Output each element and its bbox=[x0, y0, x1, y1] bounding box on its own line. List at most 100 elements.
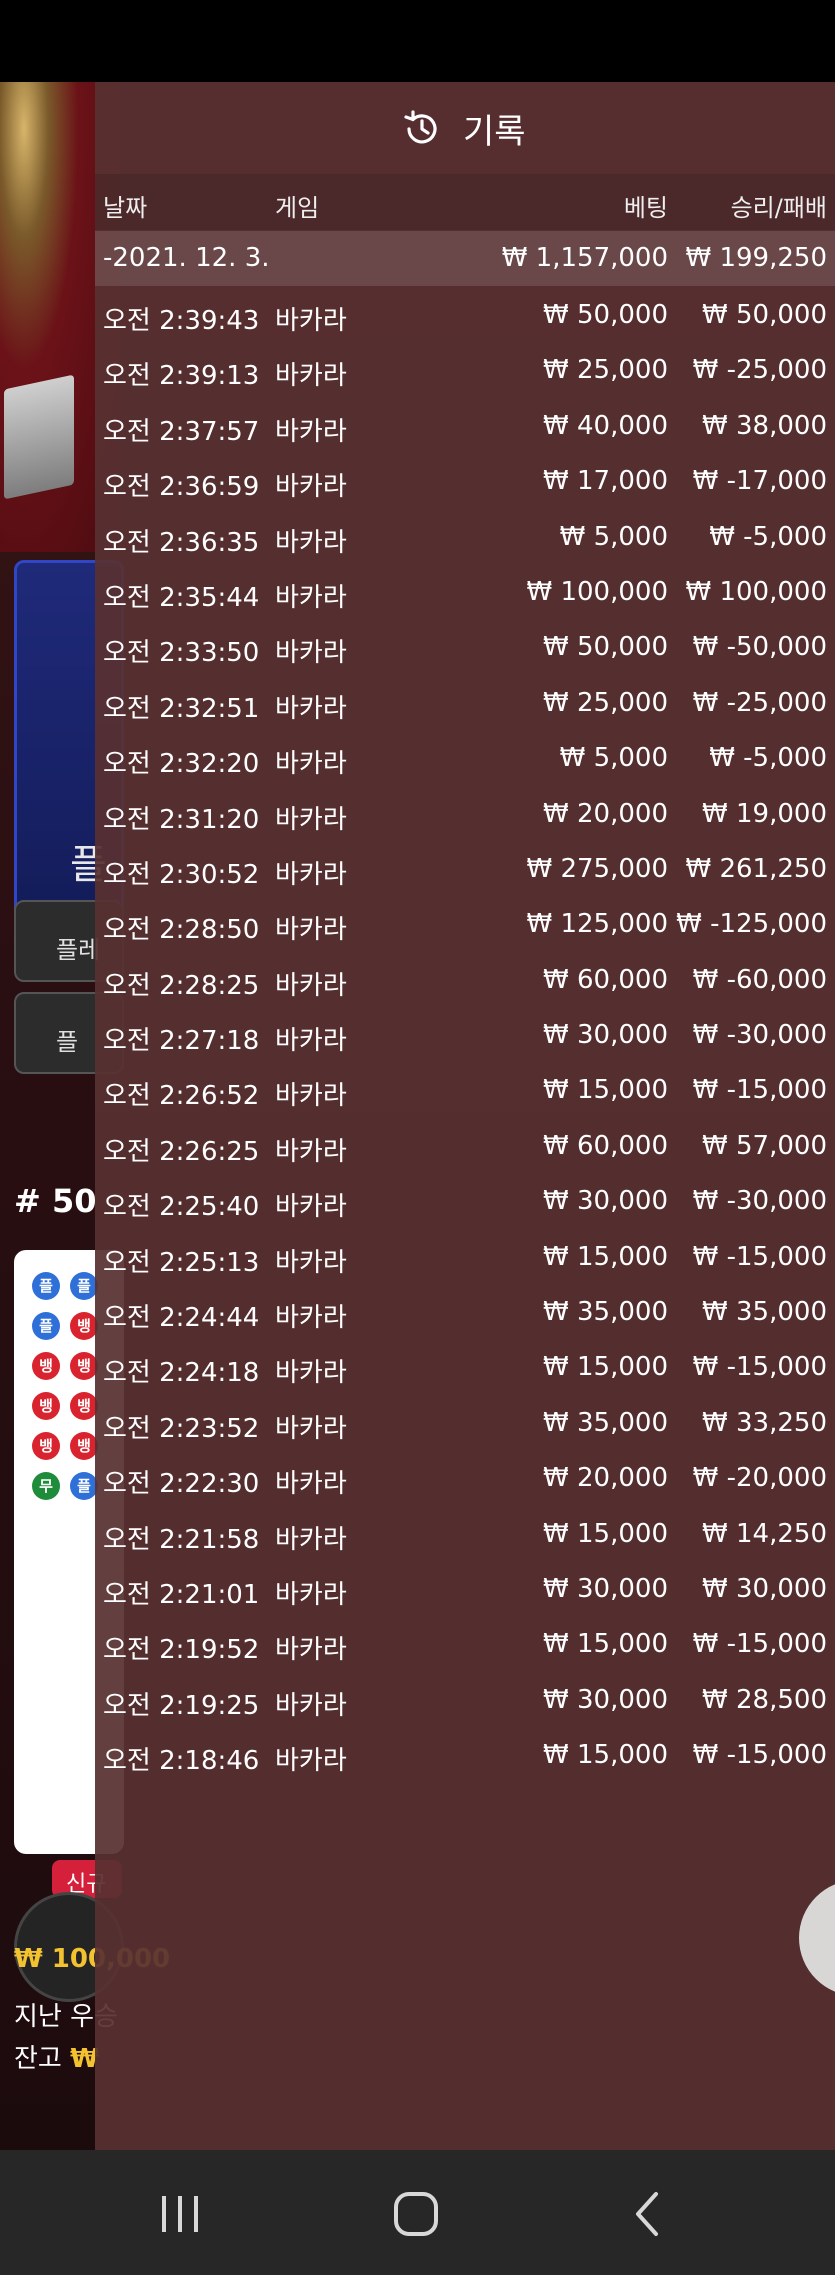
history-row[interactable]: 오전 2:25:13 바카라 ₩ 15,000 ₩ -15,000 bbox=[95, 1228, 835, 1283]
group-date: -2021. 12. 3. bbox=[103, 243, 270, 273]
history-row[interactable]: 오전 2:24:44 바카라 ₩ 35,000 ₩ 35,000 bbox=[95, 1283, 835, 1338]
row-result: ₩ -15,000 bbox=[692, 1629, 827, 1660]
history-row[interactable]: 오전 2:19:25 바카라 ₩ 30,000 ₩ 28,500 bbox=[95, 1671, 835, 1726]
history-row[interactable]: 오전 2:39:13 바카라 ₩ 25,000 ₩ -25,000 bbox=[95, 341, 835, 396]
history-row[interactable]: 오전 2:32:51 바카라 ₩ 25,000 ₩ -25,000 bbox=[95, 674, 835, 729]
row-game: 바카라 bbox=[275, 1303, 347, 1334]
row-game: 바카라 bbox=[275, 472, 347, 503]
row-game: 바카라 bbox=[275, 1635, 347, 1666]
row-time: 오전 2:28:50 bbox=[103, 915, 260, 946]
history-row[interactable]: 오전 2:35:44 바카라 ₩ 100,000 ₩ 100,000 bbox=[95, 563, 835, 618]
balance: 잔고 ₩ bbox=[14, 2038, 99, 2075]
row-bet: ₩ 100,000 bbox=[526, 576, 669, 607]
bead-player: 플 bbox=[70, 1272, 98, 1300]
row-time: 오전 2:22:30 bbox=[103, 1469, 260, 1500]
row-game: 바카라 bbox=[275, 1026, 347, 1057]
bead-tie: 무 bbox=[32, 1472, 60, 1500]
row-bet: ₩ 20,000 bbox=[543, 1463, 668, 1494]
row-time: 오전 2:18:46 bbox=[103, 1746, 260, 1777]
history-row[interactable]: 오전 2:32:20 바카라 ₩ 5,000 ₩ -5,000 bbox=[95, 729, 835, 784]
row-time: 오전 2:24:18 bbox=[103, 1358, 260, 1389]
history-row[interactable]: 오전 2:33:50 바카라 ₩ 50,000 ₩ -50,000 bbox=[95, 618, 835, 673]
row-bet: ₩ 35,000 bbox=[543, 1297, 668, 1328]
row-bet: ₩ 50,000 bbox=[543, 632, 668, 663]
recent-apps-icon[interactable] bbox=[152, 2186, 208, 2242]
row-bet: ₩ 15,000 bbox=[543, 1629, 668, 1660]
row-game: 바카라 bbox=[275, 970, 347, 1001]
history-row[interactable]: 오전 2:24:18 바카라 ₩ 15,000 ₩ -15,000 bbox=[95, 1338, 835, 1393]
row-game: 바카라 bbox=[275, 527, 347, 558]
row-time: 오전 2:39:13 bbox=[103, 361, 260, 392]
back-icon[interactable] bbox=[620, 2186, 676, 2242]
row-time: 오전 2:19:52 bbox=[103, 1635, 260, 1666]
history-panel: 기록 날짜 게임 베팅 승리/패배 -2021. 12. 3. ₩ 1,157,… bbox=[95, 82, 835, 2150]
history-row[interactable]: 오전 2:21:58 바카라 ₩ 15,000 ₩ 14,250 bbox=[95, 1505, 835, 1560]
date-group-row[interactable]: -2021. 12. 3. ₩ 1,157,000 ₩ 199,250 bbox=[95, 231, 835, 286]
history-row[interactable]: 오전 2:28:25 바카라 ₩ 60,000 ₩ -60,000 bbox=[95, 951, 835, 1006]
row-result: ₩ -17,000 bbox=[692, 466, 827, 497]
row-game: 바카라 bbox=[275, 1081, 347, 1112]
row-bet: ₩ 40,000 bbox=[543, 410, 668, 441]
history-row[interactable]: 오전 2:36:35 바카라 ₩ 5,000 ₩ -5,000 bbox=[95, 508, 835, 563]
bead-banker: 뱅 bbox=[32, 1352, 60, 1380]
history-row[interactable]: 오전 2:22:30 바카라 ₩ 20,000 ₩ -20,000 bbox=[95, 1449, 835, 1504]
row-bet: ₩ 30,000 bbox=[543, 1186, 668, 1217]
row-time: 오전 2:37:57 bbox=[103, 416, 260, 447]
row-bet: ₩ 125,000 bbox=[526, 909, 669, 940]
history-icon bbox=[404, 110, 437, 144]
row-result: ₩ 28,500 bbox=[702, 1684, 827, 1715]
status-bar bbox=[0, 0, 835, 82]
round-number: # 50 bbox=[14, 1182, 97, 1220]
row-game: 바카라 bbox=[275, 859, 347, 890]
close-button[interactable] bbox=[799, 1880, 835, 1996]
row-bet: ₩ 30,000 bbox=[543, 1020, 668, 1051]
row-time: 오전 2:35:44 bbox=[103, 582, 260, 613]
row-result: ₩ 30,000 bbox=[702, 1573, 827, 1604]
history-row[interactable]: 오전 2:39:43 바카라 ₩ 50,000 ₩ 50,000 bbox=[95, 286, 835, 341]
history-row[interactable]: 오전 2:30:52 바카라 ₩ 275,000 ₩ 261,250 bbox=[95, 840, 835, 895]
history-row[interactable]: 오전 2:23:52 바카라 ₩ 35,000 ₩ 33,250 bbox=[95, 1394, 835, 1449]
row-time: 오전 2:39:43 bbox=[103, 306, 260, 336]
row-bet: ₩ 15,000 bbox=[543, 1075, 668, 1106]
history-row[interactable]: 오전 2:27:18 바카라 ₩ 30,000 ₩ -30,000 bbox=[95, 1006, 835, 1061]
row-game: 바카라 bbox=[275, 1192, 347, 1223]
bead-banker: 뱅 bbox=[70, 1312, 98, 1340]
history-row[interactable]: 오전 2:26:52 바카라 ₩ 15,000 ₩ -15,000 bbox=[95, 1061, 835, 1116]
history-row[interactable]: 오전 2:28:50 바카라 ₩ 125,000 ₩ -125,000 bbox=[95, 895, 835, 950]
history-row[interactable]: 오전 2:36:59 바카라 ₩ 17,000 ₩ -17,000 bbox=[95, 452, 835, 507]
bead-banker: 뱅 bbox=[32, 1432, 60, 1460]
bead-banker: 뱅 bbox=[70, 1432, 98, 1460]
row-result: ₩ -50,000 bbox=[692, 632, 827, 663]
row-result: ₩ -30,000 bbox=[692, 1186, 827, 1217]
history-row[interactable]: 오전 2:19:52 바카라 ₩ 15,000 ₩ -15,000 bbox=[95, 1615, 835, 1670]
row-result: ₩ -25,000 bbox=[692, 355, 827, 386]
row-game: 바카라 bbox=[275, 1247, 347, 1278]
row-bet: ₩ 17,000 bbox=[543, 466, 668, 497]
row-result: ₩ -20,000 bbox=[692, 1463, 827, 1494]
row-result: ₩ -5,000 bbox=[709, 743, 827, 774]
row-game: 바카라 bbox=[275, 638, 347, 669]
history-row[interactable]: 오전 2:31:20 바카라 ₩ 20,000 ₩ 19,000 bbox=[95, 785, 835, 840]
group-total-result: ₩ 199,250 bbox=[685, 243, 828, 273]
row-result: ₩ -15,000 bbox=[692, 1352, 827, 1383]
home-icon[interactable] bbox=[388, 2186, 444, 2242]
row-bet: ₩ 15,000 bbox=[543, 1740, 668, 1771]
history-row[interactable]: 오전 2:37:57 바카라 ₩ 40,000 ₩ 38,000 bbox=[95, 397, 835, 452]
row-time: 오전 2:26:25 bbox=[103, 1136, 260, 1167]
row-result: ₩ 261,250 bbox=[685, 853, 828, 884]
row-bet: ₩ 5,000 bbox=[559, 521, 668, 552]
navigation-bar bbox=[0, 2150, 835, 2275]
row-result: ₩ 14,250 bbox=[702, 1518, 827, 1549]
history-header: 기록 bbox=[95, 82, 835, 174]
history-row[interactable]: 오전 2:25:40 바카라 ₩ 30,000 ₩ -30,000 bbox=[95, 1172, 835, 1227]
row-bet: ₩ 60,000 bbox=[543, 964, 668, 995]
table-header: 날짜 게임 베팅 승리/패배 bbox=[95, 174, 835, 230]
history-row[interactable]: 오전 2:26:25 바카라 ₩ 60,000 ₩ 57,000 bbox=[95, 1117, 835, 1172]
row-result: ₩ 35,000 bbox=[702, 1297, 827, 1328]
history-row[interactable]: 오전 2:18:46 바카라 ₩ 15,000 ₩ -15,000 bbox=[95, 1726, 835, 1781]
history-row[interactable]: 오전 2:21:01 바카라 ₩ 30,000 ₩ 30,000 bbox=[95, 1560, 835, 1615]
row-bet: ₩ 25,000 bbox=[543, 687, 668, 718]
row-bet: ₩ 15,000 bbox=[543, 1352, 668, 1383]
card-shoe bbox=[4, 374, 74, 500]
row-time: 오전 2:21:58 bbox=[103, 1524, 260, 1555]
